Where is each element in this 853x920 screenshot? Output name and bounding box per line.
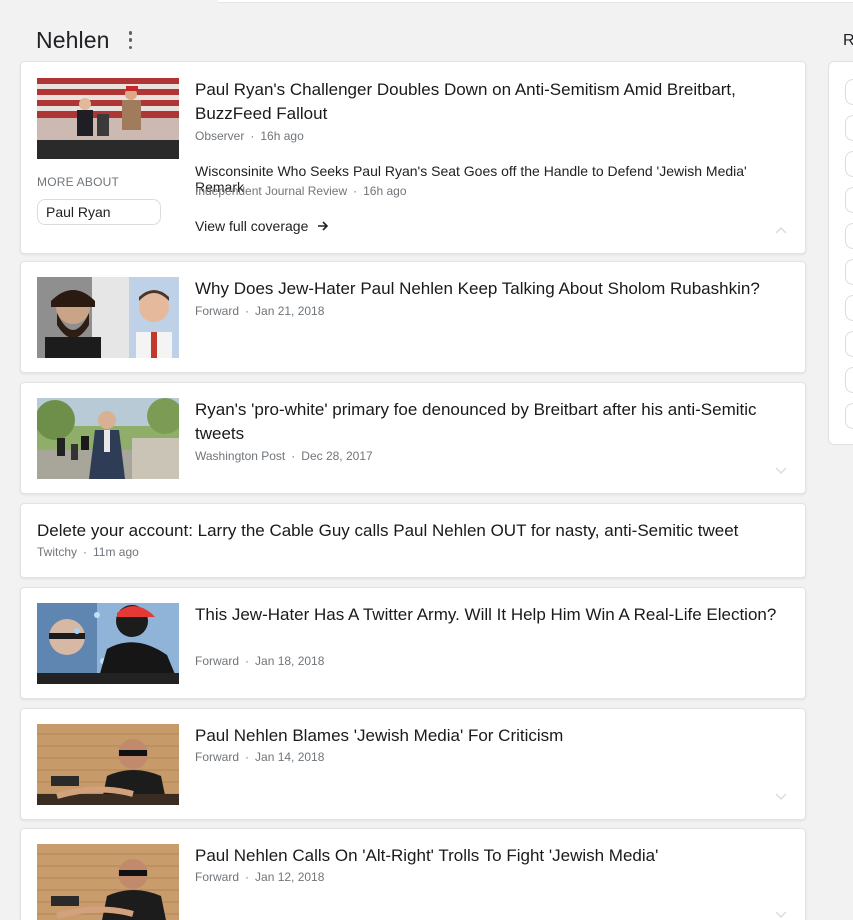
story-time: Jan 21, 2018: [255, 304, 325, 318]
story-meta: Washington Post · Dec 28, 2017: [195, 449, 373, 463]
section-title: Nehlen: [36, 26, 110, 53]
chevron-down-icon[interactable]: [775, 467, 787, 475]
meta-separator: ·: [250, 129, 255, 143]
story-card: This Jew-Hater Has A Twitter Army. Will …: [20, 587, 806, 699]
story-card: Paul Nehlen Blames 'Jewish Media' For Cr…: [20, 708, 806, 820]
story-source[interactable]: Observer: [195, 129, 244, 143]
right-panel-pill[interactable]: [845, 367, 853, 393]
story-headline[interactable]: Paul Ryan's Challenger Doubles Down on A…: [195, 78, 795, 126]
story-source[interactable]: Forward: [195, 654, 239, 668]
story-headline[interactable]: Paul Nehlen Calls On 'Alt-Right' Trolls …: [195, 844, 795, 868]
story-headline[interactable]: Delete your account: Larry the Cable Guy…: [37, 519, 797, 543]
story-source[interactable]: Washington Post: [195, 449, 285, 463]
full-coverage-label: View full coverage: [195, 218, 309, 234]
meta-separator: ·: [291, 449, 296, 463]
right-panel-pill[interactable]: [845, 259, 853, 285]
chevron-down-icon[interactable]: [775, 911, 787, 919]
story-source[interactable]: Forward: [195, 750, 239, 764]
right-panel-pill[interactable]: [845, 295, 853, 321]
story-headline[interactable]: This Jew-Hater Has A Twitter Army. Will …: [195, 603, 795, 627]
story-thumbnail[interactable]: [37, 844, 179, 920]
story-time: Jan 14, 2018: [255, 750, 325, 764]
story-thumbnail[interactable]: [37, 78, 179, 159]
meta-separator: ·: [353, 184, 358, 198]
story-card: Why Does Jew-Hater Paul Nehlen Keep Talk…: [20, 261, 806, 373]
meta-separator: ·: [245, 870, 250, 884]
right-panel-pill[interactable]: [845, 151, 853, 177]
story-time: 11m ago: [93, 545, 139, 559]
right-panel-pill[interactable]: [845, 79, 853, 105]
story-meta: Twitchy · 11m ago: [37, 545, 139, 559]
right-panel-heading: R: [843, 32, 853, 49]
story-headline[interactable]: Ryan's 'pro-white' primary foe denounced…: [195, 398, 795, 446]
related-story-meta: Independent Journal Review · 16h ago: [195, 184, 407, 198]
right-panel-pill[interactable]: [845, 187, 853, 213]
meta-separator: ·: [245, 750, 250, 764]
story-time: Jan 12, 2018: [255, 870, 325, 884]
meta-separator: ·: [245, 654, 250, 668]
related-story-source[interactable]: Independent Journal Review: [195, 184, 347, 198]
story-card: Delete your account: Larry the Cable Guy…: [20, 503, 806, 578]
chevron-down-icon[interactable]: [775, 793, 787, 801]
top-search-bar-edge: [218, 0, 853, 3]
view-full-coverage-link[interactable]: View full coverage: [195, 218, 329, 234]
meta-separator: ·: [83, 545, 88, 559]
story-thumbnail[interactable]: [37, 603, 179, 684]
story-card: Ryan's 'pro-white' primary foe denounced…: [20, 382, 806, 494]
story-headline[interactable]: Paul Nehlen Blames 'Jewish Media' For Cr…: [195, 724, 795, 748]
story-cluster-card: Paul Ryan's Challenger Doubles Down on A…: [20, 61, 806, 254]
story-source[interactable]: Twitchy: [37, 545, 77, 559]
story-thumbnail[interactable]: [37, 277, 179, 358]
right-panel-pill[interactable]: [845, 223, 853, 249]
story-time: 16h ago: [260, 129, 304, 143]
story-source[interactable]: Forward: [195, 304, 239, 318]
related-story-time: 16h ago: [363, 184, 407, 198]
more-about-label: MORE ABOUT: [37, 175, 120, 189]
story-time: Jan 18, 2018: [255, 654, 325, 668]
meta-separator: ·: [245, 304, 250, 318]
right-panel: [828, 61, 853, 445]
story-thumbnail[interactable]: [37, 398, 179, 479]
story-meta: Forward · Jan 14, 2018: [195, 750, 324, 764]
topic-chip[interactable]: Paul Ryan: [37, 199, 161, 225]
chevron-up-icon[interactable]: [775, 226, 787, 234]
right-panel-pill[interactable]: [845, 403, 853, 429]
section-header: Nehlen: [36, 26, 134, 54]
story-meta: Forward · Jan 18, 2018: [195, 654, 324, 668]
story-source[interactable]: Forward: [195, 870, 239, 884]
story-thumbnail[interactable]: [37, 724, 179, 805]
arrow-right-icon: [318, 221, 329, 231]
right-panel-pill[interactable]: [845, 115, 853, 141]
story-meta: Forward · Jan 12, 2018: [195, 870, 324, 884]
story-headline[interactable]: Why Does Jew-Hater Paul Nehlen Keep Talk…: [195, 277, 795, 301]
right-panel-pill[interactable]: [845, 331, 853, 357]
more-vert-icon[interactable]: [128, 31, 134, 49]
story-card: Paul Nehlen Calls On 'Alt-Right' Trolls …: [20, 828, 806, 920]
story-meta: Observer · 16h ago: [195, 129, 304, 143]
story-time: Dec 28, 2017: [301, 449, 373, 463]
story-meta: Forward · Jan 21, 2018: [195, 304, 324, 318]
